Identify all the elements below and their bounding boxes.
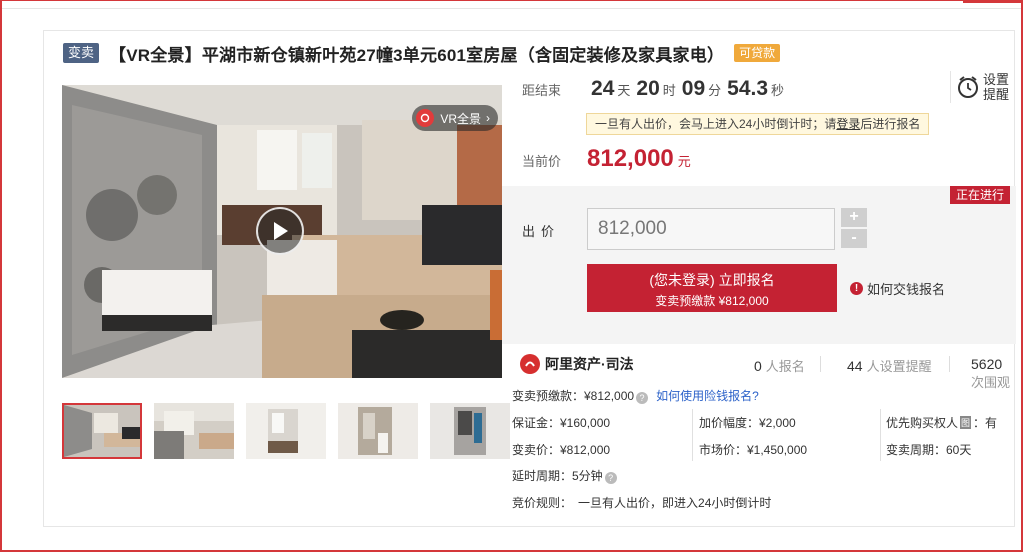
signup-count-label: 人报名 xyxy=(765,359,805,374)
countdown-days-unit: 天 xyxy=(617,83,631,98)
reminder-count-label: 人设置提醒 xyxy=(866,359,932,374)
status-badge: 正在进行 xyxy=(949,186,1010,204)
thumbnail-4[interactable] xyxy=(338,403,418,459)
signup-button-deposit: 变卖预缴款 ¥812,000 xyxy=(655,294,769,308)
countdown-minutes: 09 xyxy=(681,77,706,100)
sale-type-tag: 变卖 xyxy=(63,43,100,63)
login-link[interactable]: 登录 xyxy=(836,117,860,131)
thumbnail-1[interactable] xyxy=(62,403,142,459)
countdown-hours: 20 xyxy=(636,77,660,100)
bid-box: 正在进行 出价 + - (您未登录) 立即报名 变卖预缴款 ¥812,000 !… xyxy=(502,186,1016,344)
countdown-hours-unit: 时 xyxy=(662,83,676,98)
play-video-button[interactable] xyxy=(256,207,304,255)
current-price-label: 当前价 xyxy=(522,154,562,169)
countdown-label: 距结束 xyxy=(522,83,562,98)
info-icon: ! xyxy=(850,282,863,295)
bid-notice: 一旦有人出价，会马上进入24小时倒计时；请登录后进行报名 xyxy=(586,113,930,135)
reminder-label-line1: 设置 xyxy=(983,72,1010,87)
decrease-bid-button[interactable]: - xyxy=(841,229,867,248)
listing-title: 【VR全景】平湖市新仓镇新叶苑27幢3单元601室房屋（含固定装修及家具家电） xyxy=(109,45,725,65)
ali-assets-logo: 阿里资产·司法 xyxy=(520,354,634,374)
bid-amount-input[interactable] xyxy=(587,208,835,250)
signup-count-number: 0 xyxy=(754,358,762,374)
priority-buyer: 优先购买权人图：有 xyxy=(886,414,997,431)
countdown-seconds: 54.3 xyxy=(727,77,769,100)
signup-button-label: (您未登录) 立即报名 xyxy=(649,272,775,288)
question-icon[interactable]: ? xyxy=(636,392,649,404)
countdown-seconds-unit: 秒 xyxy=(771,83,785,98)
ali-logo-text: 阿里资产·司法 xyxy=(545,356,634,372)
reminder-label-line2: 提醒 xyxy=(983,87,1010,102)
priority-buyer-value: ：有 xyxy=(973,416,998,430)
thumbnail-5[interactable] xyxy=(430,403,510,459)
current-price-unit: 元 xyxy=(677,154,691,169)
notice-text-after: 后进行报名 xyxy=(860,117,921,131)
bid-label: 出价 xyxy=(522,224,561,239)
countdown-minutes-unit: 分 xyxy=(708,83,722,98)
auction-card: 变卖 【VR全景】平湖市新仓镇新叶苑27幢3单元601室房屋（含固定装修及家具家… xyxy=(43,30,1016,527)
signup-button[interactable]: (您未登录) 立即报名 变卖预缴款 ¥812,000 xyxy=(587,264,837,312)
stats-row: 阿里资产·司法 0 人报名 44 人设置提醒 5620 次围观 xyxy=(502,344,1016,390)
column-divider xyxy=(692,409,693,461)
countdown: 距结束 24 天 20 时 09 分 54.3 秒 xyxy=(522,77,790,101)
increase-bid-button[interactable]: + xyxy=(841,208,867,227)
question-icon[interactable]: ? xyxy=(604,472,617,484)
reminder-count: 44 人设置提醒 xyxy=(847,356,932,375)
how-to-pay-link[interactable]: ! 如何交钱报名 xyxy=(850,279,945,298)
thumbnail-2[interactable] xyxy=(154,403,234,459)
reminder-count-number: 44 xyxy=(847,358,863,374)
deposit: 保证金：¥160,000 xyxy=(512,416,611,430)
title-row: 变卖 【VR全景】平湖市新仓镇新叶苑27幢3单元601室房屋（含固定装修及家具家… xyxy=(63,41,781,65)
bid-increment: 加价幅度：¥2,000 xyxy=(699,416,796,430)
priority-buyer-icon: 图 xyxy=(960,416,972,429)
stat-divider xyxy=(949,356,950,372)
alarm-clock-icon xyxy=(958,76,978,98)
view-count: 5620 次围观 xyxy=(971,356,1016,391)
bidding-rule: 竞价规则： 一旦有人出价，即进入24小时倒计时 xyxy=(512,494,771,511)
insurance-signup-link[interactable]: 如何使用险钱报名? xyxy=(656,389,759,403)
current-price-value: 812,000 xyxy=(587,145,674,172)
bidding-rule-label: 竞价规则： xyxy=(512,496,573,510)
chevron-right-icon: › xyxy=(486,111,490,125)
view-count-number: 5620 xyxy=(971,356,1003,372)
column-divider xyxy=(880,409,881,461)
play-icon xyxy=(274,222,288,240)
ali-logo-icon xyxy=(520,354,540,374)
current-price: 当前价 812,000 元 xyxy=(522,145,691,173)
loan-tag: 可贷款 xyxy=(734,44,781,62)
vr-badge-label: VR全景 xyxy=(440,111,481,126)
signup-count: 0 人报名 xyxy=(754,356,805,375)
thumbnail-3[interactable] xyxy=(246,403,326,459)
main-photo[interactable]: VR全景 › xyxy=(62,85,502,378)
set-reminder-button[interactable]: 设置 提醒 xyxy=(950,71,1012,103)
priority-buyer-label: 优先购买权人 xyxy=(886,416,959,430)
stat-divider xyxy=(820,356,821,372)
how-to-pay-label: 如何交钱报名 xyxy=(867,282,946,297)
vr-icon xyxy=(416,109,435,127)
notice-text-before: 一旦有人出价，会马上进入24小时倒计时；请 xyxy=(595,117,837,131)
prepay-text: 变卖预缴款：¥812,000 xyxy=(512,389,635,403)
sale-period: 变卖周期：60天 xyxy=(886,443,972,457)
sale-price: 变卖价：¥812,000 xyxy=(512,443,611,457)
view-count-label: 次围观 xyxy=(971,375,1011,390)
market-price: 市场价：¥1,450,000 xyxy=(699,443,808,457)
vr-tour-button[interactable]: VR全景 › xyxy=(412,105,498,131)
bidding-rule-text: 一旦有人出价，即进入24小时倒计时 xyxy=(578,496,772,510)
thumbnail-strip xyxy=(62,403,522,459)
delay-period-text: 延时周期：5分钟 xyxy=(512,469,603,483)
prepay-row: 变卖预缴款：¥812,000? 如何使用险钱报名? xyxy=(512,387,759,404)
delay-period: 延时周期：5分钟? xyxy=(512,467,617,484)
countdown-days: 24 xyxy=(591,77,615,100)
